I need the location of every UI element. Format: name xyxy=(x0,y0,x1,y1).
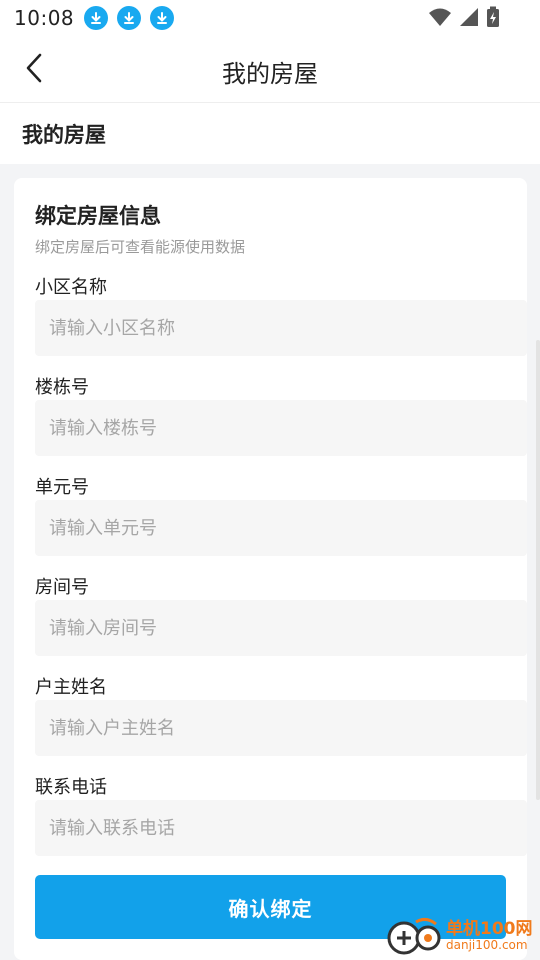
room-number-input[interactable] xyxy=(35,600,527,656)
unit-number-label: 单元号 xyxy=(35,477,89,498)
community-name-input[interactable] xyxy=(35,300,527,356)
owner-name-label: 户主姓名 xyxy=(35,677,107,698)
building-number-label: 楼栋号 xyxy=(35,377,89,398)
watermark-logo-icon xyxy=(387,917,441,955)
page-title: 我的房屋 xyxy=(222,60,318,88)
signal-icon xyxy=(460,8,478,26)
section-title: 我的房屋 xyxy=(22,123,106,147)
owner-name-input[interactable] xyxy=(35,700,527,756)
contact-phone-input[interactable] xyxy=(35,800,527,856)
battery-icon xyxy=(487,6,499,27)
building-number-input[interactable] xyxy=(35,400,527,456)
watermark-text: 单机100网 xyxy=(446,919,533,939)
status-icons xyxy=(422,6,500,28)
scrollbar[interactable] xyxy=(536,340,540,800)
watermark-url: danji100.com xyxy=(446,938,528,952)
card-title: 绑定房屋信息 xyxy=(35,204,161,228)
status-bar: 10:08 xyxy=(0,0,540,36)
download-icon xyxy=(84,6,109,30)
card-subtitle: 绑定房屋后可查看能源使用数据 xyxy=(35,238,246,256)
unit-number-input[interactable] xyxy=(35,500,527,556)
bind-house-card: 绑定房屋信息 绑定房屋后可查看能源使用数据 小区名称 楼栋号 单元号 房间号 户… xyxy=(14,178,527,960)
section-header: 我的房屋 xyxy=(0,102,540,164)
nav-bar: 我的房屋 xyxy=(0,36,540,102)
watermark: 单机100网 danji100.com xyxy=(386,914,536,958)
status-time: 10:08 xyxy=(14,6,75,30)
wifi-icon xyxy=(429,8,451,26)
community-name-label: 小区名称 xyxy=(35,277,107,298)
room-number-label: 房间号 xyxy=(35,577,89,598)
download-icon xyxy=(117,6,142,30)
download-icon xyxy=(150,6,175,30)
contact-phone-label: 联系电话 xyxy=(35,777,107,798)
